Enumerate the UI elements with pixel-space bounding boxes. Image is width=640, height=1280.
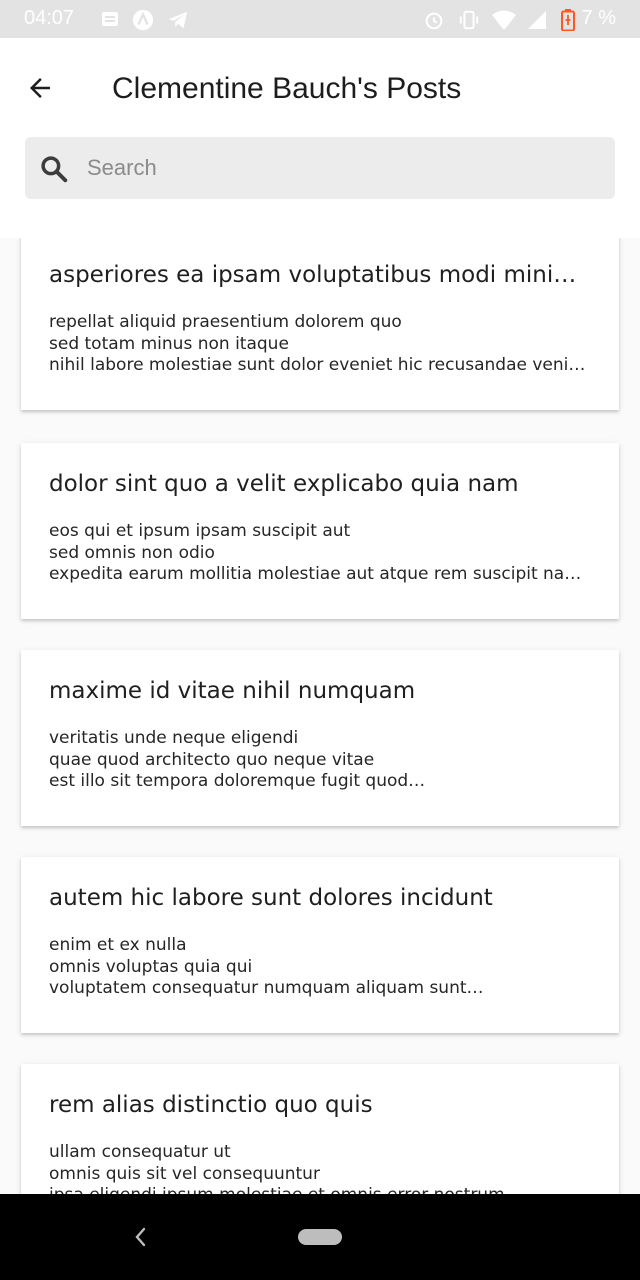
post-body-line: veritatis unde neque eligendi bbox=[49, 728, 299, 748]
post-card[interactable]: autem hic labore sunt dolores incidunt e… bbox=[21, 857, 619, 1033]
nav-back-button[interactable] bbox=[126, 1220, 154, 1254]
post-body: eos qui et ipsum ipsam suscipit aut sed … bbox=[49, 521, 589, 586]
post-body-line: voluptatem consequatur numquam aliquam s… bbox=[49, 978, 484, 998]
alarm-icon bbox=[425, 12, 443, 30]
battery-icon bbox=[561, 9, 575, 31]
post-body-line: eos qui et ipsum ipsam suscipit aut bbox=[49, 521, 351, 541]
post-body-line: sed omnis non odio bbox=[49, 542, 215, 563]
search-bar[interactable] bbox=[25, 137, 615, 199]
post-card[interactable]: maxime id vitae nihil numquam veritatis … bbox=[21, 650, 619, 826]
post-card[interactable]: rem alias distinctio quo quis ullam cons… bbox=[21, 1064, 619, 1194]
post-body-line: repellat aliquid praesentium dolorem quo bbox=[49, 312, 402, 332]
post-body-line: omnis quis sit vel consequuntur bbox=[49, 1163, 320, 1184]
signal-icon bbox=[528, 11, 546, 29]
app-bar: Clementine Bauch's Posts bbox=[0, 38, 640, 238]
app-icon bbox=[132, 9, 154, 31]
post-title: autem hic labore sunt dolores incidunt bbox=[49, 885, 493, 911]
post-body-line: ipsa eligendi ipsum molestiae et omnis e… bbox=[49, 1185, 589, 1194]
post-body-line: ullam consequatur ut bbox=[49, 1142, 231, 1162]
post-body-line: omnis voluptas quia qui bbox=[49, 956, 253, 977]
status-time: 04:07 bbox=[24, 7, 75, 29]
post-body: enim et ex nulla omnis voluptas quia qui… bbox=[49, 935, 589, 1000]
chevron-left-icon bbox=[135, 1227, 146, 1247]
search-icon bbox=[41, 156, 68, 183]
post-card[interactable]: dolor sint quo a velit explicabo quia na… bbox=[21, 443, 619, 619]
post-body: ullam consequatur ut omnis quis sit vel … bbox=[49, 1142, 589, 1194]
post-body-line: enim et ex nulla bbox=[49, 935, 187, 955]
post-body: repellat aliquid praesentium dolorem quo… bbox=[49, 312, 589, 377]
post-body-line: sed totam minus non itaque bbox=[49, 333, 289, 354]
post-title: asperiores ea ipsam voluptatibus modi mi… bbox=[49, 262, 597, 288]
search-input[interactable] bbox=[87, 137, 597, 199]
vibrate-icon bbox=[459, 10, 479, 30]
post-body-line: nihil labore molestiae sunt dolor evenie… bbox=[49, 355, 589, 375]
arrow-left-icon bbox=[30, 78, 50, 98]
post-body-line: quae quod architecto quo neque vitae bbox=[49, 749, 375, 770]
notification-icon bbox=[102, 12, 118, 26]
post-title: maxime id vitae nihil numquam bbox=[49, 678, 416, 704]
back-button[interactable] bbox=[18, 66, 62, 110]
nav-home-pill[interactable] bbox=[298, 1229, 342, 1245]
post-body-line: est illo sit tempora doloremque fugit qu… bbox=[49, 771, 426, 791]
wifi-icon bbox=[492, 10, 516, 30]
posts-list[interactable]: asperiores ea ipsam voluptatibus modi mi… bbox=[0, 238, 640, 1194]
system-nav-bar bbox=[0, 1194, 640, 1280]
telegram-icon bbox=[168, 11, 188, 29]
post-card[interactable]: asperiores ea ipsam voluptatibus modi mi… bbox=[21, 238, 619, 410]
post-title: rem alias distinctio quo quis bbox=[49, 1092, 373, 1118]
battery-percent: 7 % bbox=[581, 7, 616, 29]
post-body-line: expedita earum mollitia molestiae aut at… bbox=[49, 564, 589, 584]
post-body: veritatis unde neque eligendi quae quod … bbox=[49, 728, 589, 793]
post-title: dolor sint quo a velit explicabo quia na… bbox=[49, 471, 519, 497]
status-bar: 04:07 7 % bbox=[0, 0, 640, 38]
page-title: Clementine Bauch's Posts bbox=[112, 72, 462, 105]
